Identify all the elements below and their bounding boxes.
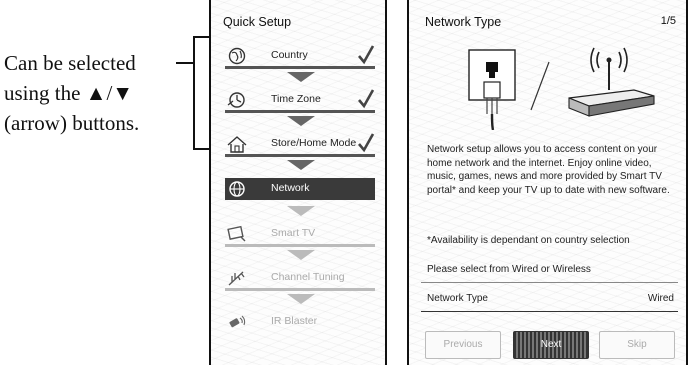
menu-item-label: IR Blaster bbox=[271, 315, 318, 327]
wireless-router-icon bbox=[568, 47, 655, 117]
down-arrow-icon bbox=[287, 206, 315, 216]
callout-line-2: using the ▲/▼ bbox=[4, 81, 134, 105]
network-description: Network setup allows you to access conte… bbox=[427, 144, 670, 196]
ethernet-port-icon bbox=[468, 49, 516, 130]
callout-line-3: (arrow) buttons. bbox=[4, 111, 140, 135]
menu-item-label: Channel Tuning bbox=[271, 271, 345, 283]
checkmark-icon bbox=[358, 133, 375, 153]
down-arrow-icon bbox=[287, 160, 315, 170]
menu-item-label: Time Zone bbox=[271, 93, 321, 105]
down-arrow-icon bbox=[287, 72, 315, 82]
antenna-icon bbox=[228, 271, 245, 286]
menu-item-label: Smart TV bbox=[271, 227, 316, 239]
select-prompt: Please select from Wired or Wireless bbox=[427, 264, 591, 275]
down-arrow-icon bbox=[287, 294, 315, 304]
quick-setup-panel: Quick Setup Country Time Zone Store/Home… bbox=[209, 0, 387, 365]
network-type-panel: Network Type 1/5 Network setup allows yo… bbox=[407, 0, 688, 365]
menu-item-underline bbox=[225, 288, 375, 291]
skip-button[interactable]: Skip bbox=[599, 331, 675, 359]
home-icon bbox=[227, 136, 247, 153]
network-illustration bbox=[468, 47, 655, 130]
quick-setup-title: Quick Setup bbox=[223, 15, 292, 29]
menu-item-label: Network bbox=[271, 182, 310, 194]
globe-icon bbox=[228, 47, 246, 65]
menu-item-store-home-mode[interactable]: Store/Home Mode bbox=[225, 133, 375, 154]
network-type-field-value[interactable]: Wired bbox=[648, 293, 674, 304]
divider bbox=[421, 282, 678, 283]
bracket-connector bbox=[176, 62, 193, 64]
next-button[interactable]: Next bbox=[513, 331, 589, 359]
divider-slash bbox=[530, 61, 550, 111]
checkmark-icon bbox=[358, 45, 375, 65]
checkmark-icon bbox=[358, 89, 375, 109]
menu-item-smart-tv[interactable]: Smart TV bbox=[225, 224, 375, 244]
bracket-vertical bbox=[193, 36, 195, 150]
divider bbox=[421, 311, 678, 312]
menu-item-underline bbox=[225, 110, 375, 113]
down-arrow-icon bbox=[287, 250, 315, 260]
network-globe-icon bbox=[229, 181, 245, 197]
smart-tv-icon bbox=[227, 225, 246, 242]
menu-item-label: Country bbox=[271, 49, 308, 61]
time-zone-icon bbox=[227, 92, 245, 108]
menu-item-underline bbox=[225, 66, 375, 69]
availability-footnote: *Availability is dependant on country se… bbox=[427, 235, 630, 246]
network-type-title: Network Type bbox=[425, 15, 502, 29]
menu-item-ir-blaster[interactable]: IR Blaster bbox=[225, 312, 375, 332]
network-type-field-label: Network Type bbox=[427, 293, 488, 304]
page-indicator: 1/5 bbox=[660, 15, 676, 27]
menu-item-label: Store/Home Mode bbox=[271, 137, 357, 149]
menu-item-time-zone[interactable]: Time Zone bbox=[225, 89, 375, 110]
previous-button[interactable]: Previous bbox=[425, 331, 501, 359]
menu-item-network[interactable]: Network bbox=[225, 178, 375, 200]
down-arrow-icon bbox=[287, 116, 315, 126]
callout-line-1: Can be selected bbox=[4, 51, 136, 75]
menu-item-underline bbox=[225, 154, 375, 157]
ir-blaster-icon bbox=[229, 315, 246, 328]
menu-item-channel-tuning[interactable]: Channel Tuning bbox=[225, 268, 375, 288]
menu-item-underline bbox=[225, 244, 375, 247]
callout-text: Can be selected using the ▲/▼ (arrow) bu… bbox=[4, 48, 194, 138]
menu-item-country[interactable]: Country bbox=[225, 45, 375, 66]
